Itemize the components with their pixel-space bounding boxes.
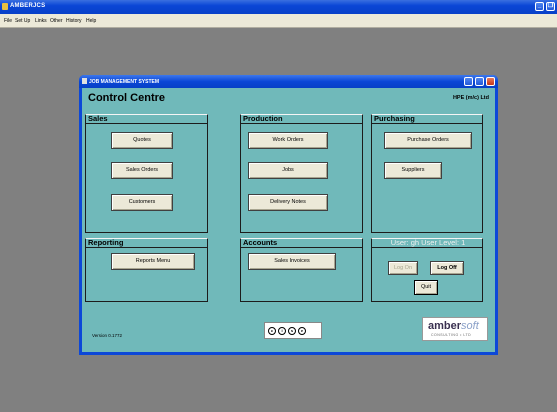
reports-menu-button[interactable]: Reports Menu	[111, 253, 195, 270]
work-orders-button[interactable]: Work Orders	[248, 132, 328, 149]
user-status: User: gh User Level: 1	[371, 238, 483, 248]
job-management-window: JOB MANAGEMENT SYSTEM Control Centre HPE…	[79, 75, 498, 355]
accounts-panel: Accounts Sales Invoices	[240, 238, 363, 302]
window-icon	[82, 78, 87, 84]
window-maximize-icon[interactable]	[475, 77, 484, 86]
window-title: JOB MANAGEMENT SYSTEM	[89, 79, 160, 85]
ambersoft-logo: ambersoft CONSULTING • LTD	[422, 317, 488, 341]
menu-other[interactable]: Other	[50, 18, 63, 24]
window-minimize-icon[interactable]	[464, 77, 473, 86]
app-titlebar: AMBERJCS _ ❐	[0, 0, 557, 14]
delivery-notes-button[interactable]: Delivery Notes	[248, 194, 328, 211]
window-body: Control Centre HPE (m/c) Ltd Sales Quote…	[82, 88, 495, 352]
production-panel: Production Work Orders Jobs Delivery Not…	[240, 114, 363, 233]
reporting-panel: Reporting Reports Menu	[85, 238, 208, 302]
production-heading: Production	[240, 114, 363, 124]
menu-links[interactable]: Links	[35, 18, 47, 24]
menu-bar: File Set Up Links Other History Help	[0, 14, 557, 28]
accounts-heading: Accounts	[240, 238, 363, 248]
window-titlebar: JOB MANAGEMENT SYSTEM	[79, 75, 498, 88]
log-on-button[interactable]: Log On	[388, 261, 418, 275]
quotes-button[interactable]: Quotes	[111, 132, 173, 149]
sales-invoices-button[interactable]: Sales Invoices	[248, 253, 336, 270]
menu-setup[interactable]: Set Up	[15, 18, 30, 24]
app-title: AMBERJCS	[10, 3, 46, 9]
sales-panel: Sales Quotes Sales Orders Customers	[85, 114, 208, 233]
quit-button[interactable]: Quit	[414, 280, 438, 295]
cc-logo: c i s e	[264, 322, 322, 339]
window-close-icon[interactable]	[486, 77, 495, 86]
customers-button[interactable]: Customers	[111, 194, 173, 211]
purchase-orders-button[interactable]: Purchase Orders	[384, 132, 472, 149]
company-name: HPE (m/c) Ltd	[452, 95, 489, 101]
jobs-button[interactable]: Jobs	[248, 162, 328, 179]
page-title: Control Centre	[88, 92, 165, 104]
sales-heading: Sales	[85, 114, 208, 124]
restore-icon[interactable]: ❐	[546, 2, 555, 11]
menu-help[interactable]: Help	[86, 18, 96, 24]
user-panel: User: gh User Level: 1 Log On Log Off Qu…	[371, 238, 483, 302]
purchasing-heading: Purchasing	[371, 114, 483, 124]
suppliers-button[interactable]: Suppliers	[384, 162, 442, 179]
purchasing-panel: Purchasing Purchase Orders Suppliers	[371, 114, 483, 233]
reporting-heading: Reporting	[85, 238, 208, 248]
sales-orders-button[interactable]: Sales Orders	[111, 162, 173, 179]
app-icon	[2, 3, 8, 10]
menu-file[interactable]: File	[4, 18, 12, 24]
log-off-button[interactable]: Log Off	[430, 261, 464, 275]
menu-history[interactable]: History	[66, 18, 82, 24]
version-label: Version 0.1772	[92, 333, 123, 338]
minimize-icon[interactable]: _	[535, 2, 544, 11]
